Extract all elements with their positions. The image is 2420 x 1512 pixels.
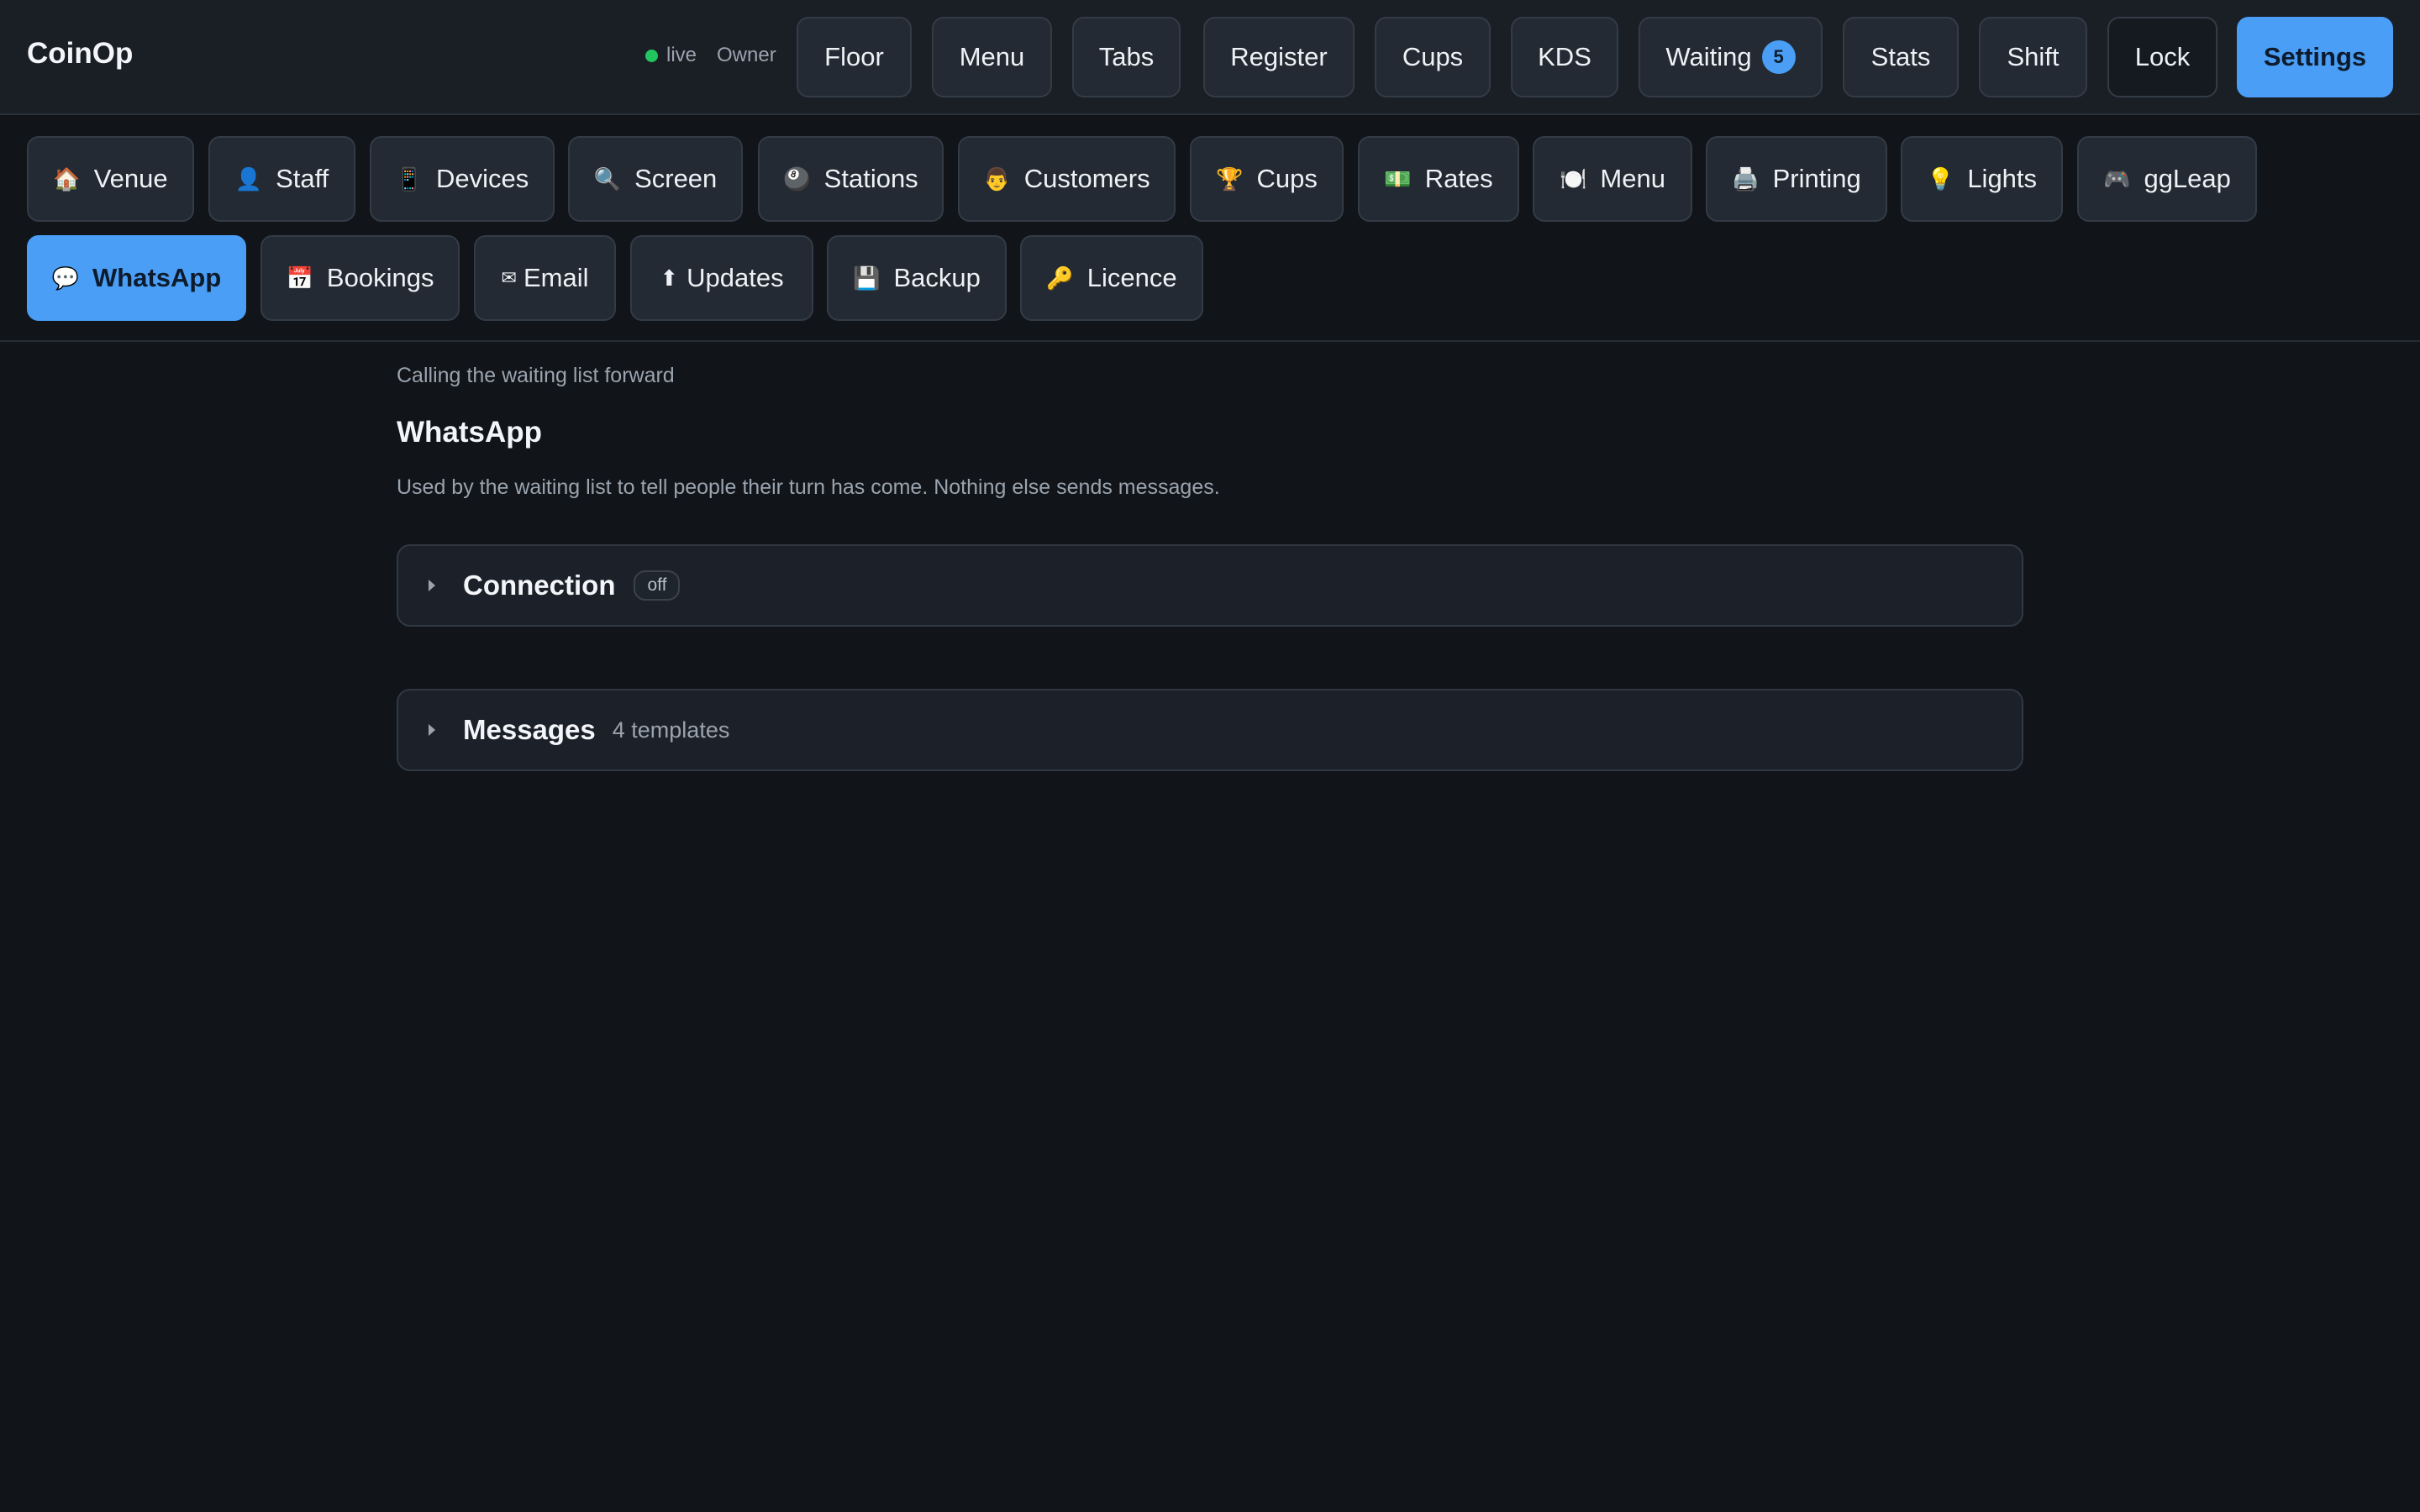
- light-bulb-icon: 💡: [1926, 165, 1954, 192]
- breadcrumb: Calling the waiting list forward: [397, 364, 675, 387]
- nav-shift-label: Shift: [2007, 42, 2060, 71]
- tab-rates-label: Rates: [1424, 164, 1493, 193]
- messages-title: Messages: [463, 714, 596, 745]
- connection-status-badge: off: [634, 570, 681, 601]
- calendar-icon: 📅: [286, 265, 313, 291]
- tab-cups-label: Cups: [1256, 164, 1318, 193]
- nav-cups-label: Cups: [1402, 42, 1464, 71]
- tab-devices[interactable]: 📱 Devices: [370, 136, 555, 222]
- tab-screen[interactable]: 🔍 Screen: [568, 136, 743, 222]
- waiting-count-badge: 5: [1761, 40, 1796, 74]
- expand-caret-icon: [429, 580, 435, 591]
- nav-shift-button[interactable]: Shift: [1979, 17, 2087, 97]
- tab-bookings-label: Bookings: [326, 263, 434, 292]
- game-controller-icon: 🎮: [2103, 165, 2131, 192]
- speech-bubble-icon: 💬: [51, 265, 80, 291]
- messages-section[interactable]: Messages 4 templates: [397, 689, 2023, 771]
- customer-face-icon: 👨: [983, 165, 1011, 192]
- house-icon: 🏠: [53, 165, 81, 192]
- nav-stats-button[interactable]: Stats: [1843, 17, 1959, 97]
- tab-rates[interactable]: 💵 Rates: [1358, 136, 1519, 222]
- tab-menu-label: Menu: [1600, 164, 1665, 193]
- tab-whatsapp[interactable]: 💬 WhatsApp: [27, 235, 246, 321]
- tab-devices-label: Devices: [436, 164, 529, 193]
- tab-cups[interactable]: 🏆 Cups: [1190, 136, 1344, 222]
- tab-staff[interactable]: 👤 Staff: [208, 136, 355, 222]
- nav-floor-button[interactable]: Floor: [797, 17, 912, 97]
- tab-menu[interactable]: 🍽️ Menu: [1533, 136, 1692, 222]
- tab-backup[interactable]: 💾 Backup: [827, 235, 1007, 321]
- tab-stations[interactable]: 🎱 Stations: [758, 136, 944, 222]
- nav-waiting-button[interactable]: Waiting 5: [1639, 17, 1823, 97]
- nav-waiting-label: Waiting: [1665, 42, 1752, 71]
- tab-updates-label: Updates: [687, 263, 784, 292]
- nav-register-button[interactable]: Register: [1203, 17, 1355, 97]
- nav-stats-label: Stats: [1870, 42, 1931, 71]
- expand-caret-icon: [429, 724, 435, 736]
- tab-stations-label: Stations: [823, 164, 918, 193]
- nav-lock-label: Lock: [2134, 42, 2191, 71]
- billiard-ball-icon: 🎱: [783, 165, 811, 192]
- nav-floor-label: Floor: [824, 42, 884, 71]
- page-description: Used by the waiting list to tell people …: [397, 475, 1220, 499]
- tab-venue-label: Venue: [93, 164, 168, 193]
- nav-settings-button[interactable]: Settings: [2237, 17, 2393, 97]
- nav-tabs-label: Tabs: [1098, 42, 1155, 71]
- tab-whatsapp-label: WhatsApp: [92, 263, 222, 292]
- tab-screen-label: Screen: [634, 164, 718, 193]
- plate-cutlery-icon: 🍽️: [1560, 165, 1587, 192]
- tab-customers-label: Customers: [1023, 164, 1150, 193]
- nav-menu-button[interactable]: Menu: [932, 17, 1052, 97]
- tab-ggleap-label: ggLeap: [2144, 164, 2231, 193]
- tab-updates[interactable]: ⬆ Updates: [630, 235, 813, 321]
- tab-bookings[interactable]: 📅 Bookings: [260, 235, 460, 321]
- connection-section[interactable]: Connection off: [397, 544, 2023, 627]
- page-title: WhatsApp: [397, 416, 543, 449]
- tab-lights[interactable]: 💡 Lights: [1901, 136, 2063, 222]
- printer-icon: 🖨️: [1732, 165, 1760, 192]
- nav-menu-label: Menu: [959, 42, 1025, 71]
- tab-venue[interactable]: 🏠 Venue: [27, 136, 194, 222]
- tab-staff-label: Staff: [276, 164, 329, 193]
- tab-licence[interactable]: 🔑 Licence: [1020, 235, 1203, 321]
- nav-settings-label: Settings: [2263, 42, 2367, 71]
- person-icon: 👤: [234, 165, 263, 192]
- phone-icon: 📱: [395, 165, 424, 192]
- money-icon: 💵: [1384, 165, 1412, 192]
- key-icon: 🔑: [1046, 265, 1074, 291]
- floppy-disk-icon: 💾: [853, 265, 881, 291]
- nav-cups-button[interactable]: Cups: [1375, 17, 1491, 97]
- main-navigation: Floor Menu Tabs Register Cups KDS Waitin…: [0, 17, 2420, 98]
- settings-tabs: 🏠 Venue 👤 Staff 📱 Devices 🔍 Screen 🎱 Stations…: [0, 115, 2420, 342]
- messages-count: 4 templates: [612, 717, 730, 743]
- up-arrow-icon: ⬆: [660, 265, 679, 291]
- nav-lock-button[interactable]: Lock: [2107, 17, 2217, 97]
- magnifier-icon: 🔍: [593, 165, 622, 192]
- nav-kds-button[interactable]: KDS: [1511, 17, 1618, 97]
- top-bar: CoinOp live Owner Floor Menu Tabs Regist…: [0, 0, 2420, 115]
- nav-kds-label: KDS: [1538, 42, 1591, 71]
- envelope-icon: ✉: [501, 267, 517, 288]
- nav-register-label: Register: [1230, 42, 1328, 71]
- connection-title: Connection: [463, 570, 616, 601]
- tab-email-label: Email: [523, 263, 589, 292]
- nav-tabs-button[interactable]: Tabs: [1072, 17, 1181, 97]
- tab-licence-label: Licence: [1086, 263, 1177, 292]
- tab-ggleap[interactable]: 🎮 ggLeap: [2077, 136, 2257, 222]
- tab-printing[interactable]: 🖨️ Printing: [1706, 136, 1887, 222]
- trophy-icon: 🏆: [1216, 165, 1244, 192]
- tab-customers[interactable]: 👨 Customers: [958, 136, 1176, 222]
- tab-printing-label: Printing: [1772, 164, 1861, 193]
- tab-lights-label: Lights: [1967, 164, 2038, 193]
- tab-email[interactable]: ✉ Email: [474, 235, 616, 321]
- tab-backup-label: Backup: [893, 263, 981, 292]
